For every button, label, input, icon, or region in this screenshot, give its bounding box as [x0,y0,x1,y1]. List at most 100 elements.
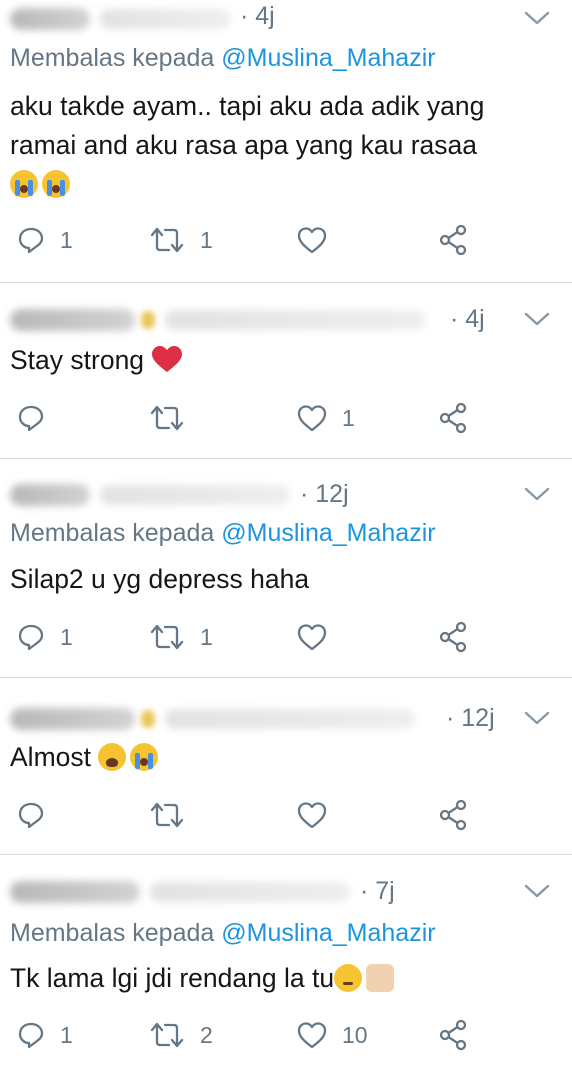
retweet-button[interactable]: 1 [148,617,213,657]
reply-context: Membalas kepada @Muslina_Mahazir [10,519,436,548]
retweet-count: 1 [200,226,213,253]
tweet-text-content: Tk lama lgi jdi rendang la tu [10,963,335,993]
like-count: 10 [342,1021,368,1048]
retweet-icon [150,1022,184,1048]
share-button[interactable] [438,220,468,260]
chevron-down-icon[interactable] [524,486,550,502]
like-button[interactable]: 10 [296,1015,368,1055]
retweet-icon [150,227,184,253]
timestamp: · 12j [446,704,495,732]
reply-button[interactable] [16,795,60,835]
mention-link[interactable]: @Muslina_Mahazir [221,519,435,547]
reply-prefix: Membalas kepada [10,44,222,72]
tweet-text-content: Stay strong [10,345,145,375]
chevron-down-icon[interactable] [524,883,550,899]
like-count: 1 [342,404,355,431]
tweet-3[interactable]: · 12j Membalas kepada @Muslina_Mahazir S… [0,459,572,677]
share-button[interactable] [438,617,468,657]
like-button[interactable]: 1 [296,398,355,438]
author-handle-redacted [165,709,415,729]
mention-link[interactable]: @Muslina_Mahazir [221,919,435,947]
like-button[interactable] [296,795,342,835]
like-button[interactable] [296,617,342,657]
like-icon [297,227,327,254]
tweet-5[interactable]: · 7j Membalas kepada @Muslina_Mahazir Tk… [0,855,572,1078]
tweet-header [10,2,230,36]
retweet-icon [150,624,184,650]
retweet-button[interactable] [148,795,200,835]
reply-button[interactable]: 1 [16,220,73,260]
pensive-face-emoji [334,964,363,992]
tweet-header [10,875,350,909]
share-icon [439,402,467,434]
share-icon [439,621,467,653]
weary-face-emoji [98,743,127,771]
reply-button[interactable] [16,398,60,438]
like-icon [297,624,327,651]
like-button[interactable] [296,220,342,260]
tweet-header [10,303,425,337]
loudly-crying-face-emoji [42,170,70,198]
tweet-actions: 1 2 10 [0,1015,572,1055]
tweet-actions: 1 [0,398,572,438]
tweet-text: aku takde ayam.. tapi aku ada adik yang … [10,87,550,204]
reply-icon [18,1022,44,1049]
author-name-redacted [10,881,140,903]
reply-context: Membalas kepada @Muslina_Mahazir [10,919,436,948]
author-name-redacted [10,708,135,730]
retweet-button[interactable]: 2 [148,1015,213,1055]
tweet-4[interactable]: · 12j Almost [0,678,572,854]
retweet-icon [150,405,184,431]
tweet-actions [0,795,572,835]
author-name-redacted [10,8,90,30]
retweet-button[interactable]: 1 [148,220,213,260]
author-handle-redacted [100,9,230,29]
tweet-text-content: aku takde ayam.. tapi aku ada adik yang … [10,91,485,160]
author-name-redacted [10,484,90,506]
reply-icon [18,405,44,432]
reply-icon [18,802,44,829]
badge-redacted [141,311,155,329]
retweet-button[interactable] [148,398,200,438]
reply-button[interactable]: 1 [16,1015,73,1055]
timestamp: · 7j [360,877,395,905]
retweet-count: 2 [200,1021,213,1048]
reply-prefix: Membalas kepada [10,519,222,547]
loudly-crying-face-emoji [130,743,159,771]
share-button[interactable] [438,1015,468,1055]
mention-link[interactable]: @Muslina_Mahazir [221,44,435,72]
like-icon [297,1022,327,1049]
tweet-text: Silap2 u yg depress haha [10,560,552,599]
red-heart-emoji [152,346,183,372]
author-handle-redacted [100,485,290,505]
tweet-actions: 1 1 [0,617,572,657]
reply-count: 1 [60,623,73,650]
share-button[interactable] [438,795,468,835]
share-icon [439,1019,467,1051]
chevron-down-icon[interactable] [524,311,550,327]
chevron-down-icon[interactable] [524,10,550,26]
tweet-text-content: Silap2 u yg depress haha [10,564,310,594]
tweet-header [10,478,290,512]
reply-icon [18,227,44,254]
timestamp: · 12j [300,480,349,508]
reply-button[interactable]: 1 [16,617,73,657]
reply-prefix: Membalas kepada [10,919,222,947]
tweet-1[interactable]: · 4j Membalas kepada @Muslina_Mahazir ak… [0,0,572,282]
tweet-header [10,702,415,736]
share-button[interactable] [438,398,468,438]
retweet-icon [150,802,184,828]
timestamp: · 4j [240,2,275,30]
like-icon [297,405,327,432]
chevron-down-icon[interactable] [524,710,550,726]
tweet-2[interactable]: · 4j Stay strong 1 [0,283,572,458]
reply-context: Membalas kepada @Muslina_Mahazir [10,44,436,73]
tweet-text-content: Almost [10,742,91,772]
author-handle-redacted [150,882,350,902]
author-handle-redacted [165,310,425,330]
tweet-text: Tk lama lgi jdi rendang la tu [10,959,552,998]
author-name-redacted [10,309,135,331]
retweet-count: 1 [200,623,213,650]
loudly-crying-face-emoji [10,170,38,198]
timestamp: · 4j [450,305,485,333]
